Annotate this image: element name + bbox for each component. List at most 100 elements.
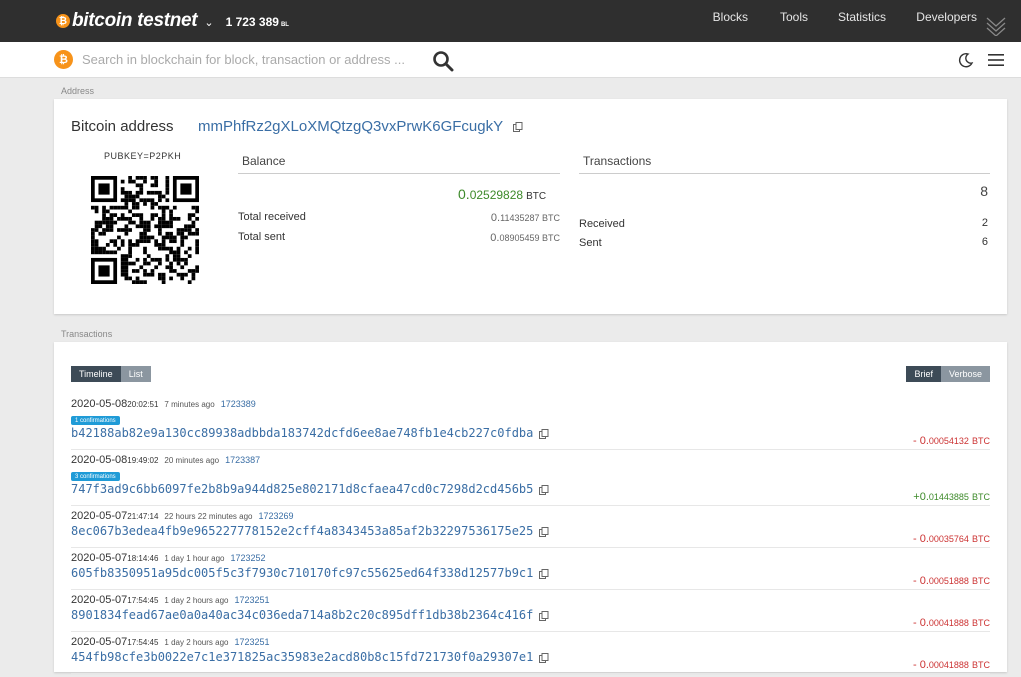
chevron-down-icon[interactable]: ⌄ xyxy=(204,16,213,29)
confirmations-badge: 1 confirmations xyxy=(71,416,120,425)
transaction-amount: - 0.00051888 BTC xyxy=(913,575,990,587)
copy-icon[interactable] xyxy=(539,428,549,439)
transaction-hash-text[interactable]: 454fb98cfe3b0022e7c1e371825ac35983e2acd8… xyxy=(71,650,533,664)
transaction-block-link[interactable]: 1723389 xyxy=(221,399,256,409)
address-card: Bitcoin address mmPhfRz2gXLoXMQtzgQ3vxPr… xyxy=(54,99,1007,314)
sent-count: 6 xyxy=(981,236,988,248)
amount-unit: BTC xyxy=(972,660,990,670)
transaction-ago: 22 hours 22 minutes ago xyxy=(164,512,253,521)
address-text[interactable]: mmPhfRz2gXLoXMQtzgQ3vxPrwK6GFcugkY xyxy=(198,118,503,135)
amount-sign: - xyxy=(912,435,920,447)
amount-digits: 00054132 xyxy=(928,436,969,446)
search-input[interactable] xyxy=(82,52,417,67)
copy-icon[interactable] xyxy=(539,526,549,537)
transaction-hash-text[interactable]: 8901834fead67ae0a0a40ac34c036eda714a8b2c… xyxy=(71,608,533,622)
search-icon[interactable] xyxy=(432,50,454,72)
list-toggle[interactable]: List xyxy=(120,366,151,382)
received-label: Received xyxy=(579,218,625,230)
amount-prefix: 0. xyxy=(919,491,929,503)
timeline-toggle[interactable]: Timeline xyxy=(71,366,121,382)
block-height-unit: BL xyxy=(280,21,289,28)
amount-prefix: 0. xyxy=(919,575,929,587)
nav-developers[interactable]: Developers xyxy=(916,10,977,24)
amount-unit: BTC xyxy=(972,492,990,502)
brief-toggle[interactable]: Brief xyxy=(906,366,941,382)
amount-prefix: 0. xyxy=(919,617,929,629)
transaction-amount: - 0.00054132 BTC xyxy=(913,435,990,447)
copy-icon[interactable] xyxy=(539,610,549,621)
transaction-amount: +0.01443885 BTC xyxy=(913,491,990,503)
amount-prefix: 0. xyxy=(919,533,929,545)
qr-code xyxy=(91,176,199,284)
hamburger-menu-icon[interactable] xyxy=(988,53,1004,67)
transaction-hash[interactable]: 454fb98cfe3b0022e7c1e371825ac35983e2acd8… xyxy=(71,649,990,665)
balance-header: Balance xyxy=(238,154,560,174)
transaction-row: 2020-05-0820:02:51 7 minutes ago 1723389 1 … xyxy=(71,394,990,450)
detail-toggle: Brief Verbose xyxy=(906,366,990,382)
transaction-meta: 2020-05-0717:54:45 1 day 2 hours ago 17232… xyxy=(71,635,990,649)
transaction-time: 17:54:45 xyxy=(127,596,159,605)
total-sent-value: 0.08905459 BTC xyxy=(490,232,560,244)
balance-unit: BTC xyxy=(526,191,547,202)
transaction-row: 2020-05-0718:14:46 1 day 1 hour ago 172325… xyxy=(71,548,990,590)
transaction-hash[interactable]: 605fb8350951a95dc005f5c3f7930c710170fc97… xyxy=(71,565,990,581)
nav-statistics[interactable]: Statistics xyxy=(838,10,886,24)
amount-prefix: 0. xyxy=(919,435,929,447)
address-value[interactable]: mmPhfRz2gXLoXMQtzgQ3vxPrwK6GFcugkY xyxy=(198,118,523,135)
amount-digits: 00041888 xyxy=(928,660,969,670)
amount-prefix: 0. xyxy=(919,659,929,671)
total-received-label: Total received xyxy=(238,211,306,223)
copy-icon[interactable] xyxy=(513,122,523,133)
address-section-label: Address xyxy=(61,86,95,96)
transaction-block-link[interactable]: 1723387 xyxy=(225,455,260,465)
transaction-row: 2020-05-0717:54:45 1 day 2 hours ago 17232… xyxy=(71,590,990,632)
total-received-digits: 11435287 xyxy=(500,213,540,223)
transaction-date: 2020-05-07 xyxy=(71,552,128,564)
nav-blocks[interactable]: Blocks xyxy=(713,10,748,24)
copy-icon[interactable] xyxy=(539,484,549,495)
network-name[interactable]: bitcoin testnet xyxy=(72,10,198,32)
bitcoin-logo-icon[interactable]: ₿ xyxy=(56,14,70,28)
dark-mode-moon-icon[interactable] xyxy=(958,52,974,68)
transaction-ago: 1 day 1 hour ago xyxy=(164,554,225,563)
address-title: Bitcoin address xyxy=(71,118,174,135)
transaction-block-link[interactable]: 1723252 xyxy=(230,553,265,563)
transaction-list: 2020-05-0820:02:51 7 minutes ago 1723389 1 … xyxy=(71,394,990,674)
transaction-date: 2020-05-07 xyxy=(71,510,128,522)
bitcoin-coin-icon: ₿ xyxy=(54,50,73,69)
transaction-hash-text[interactable]: 747f3ad9c6bb6097fe2b8b9a944d825e802171d8… xyxy=(71,482,533,496)
top-navbar: ₿ bitcoin testnet ⌄ 1 723 389 BL Blocks T… xyxy=(0,0,1021,42)
transaction-block-link[interactable]: 1723269 xyxy=(258,511,293,521)
balance-prefix: 0. xyxy=(458,186,470,202)
transaction-block-link[interactable]: 1723251 xyxy=(234,637,269,647)
block-height-value: 1 723 389 xyxy=(225,14,279,29)
transaction-hash[interactable]: 8ec067b3edea4fb9e965227778152e2cff4a8343… xyxy=(71,523,990,539)
block-height: 1 723 389 BL xyxy=(226,15,289,29)
transaction-hash[interactable]: 8901834fead67ae0a0a40ac34c036eda714a8b2c… xyxy=(71,607,990,623)
transaction-hash-text[interactable]: b42188ab82e9a130cc89938adbbda183742dcfd6… xyxy=(71,426,533,440)
amount-digits: 01443885 xyxy=(928,492,969,502)
copy-icon[interactable] xyxy=(539,652,549,663)
view-toggle: Timeline List xyxy=(71,366,151,382)
amount-unit: BTC xyxy=(972,618,990,628)
transaction-hash[interactable]: 747f3ad9c6bb6097fe2b8b9a944d825e802171d8… xyxy=(71,481,990,497)
amount-unit: BTC xyxy=(972,576,990,586)
transaction-ago: 1 day 2 hours ago xyxy=(164,596,229,605)
copy-icon[interactable] xyxy=(539,568,549,579)
total-received-value: 0.11435287 BTC xyxy=(491,212,560,224)
transaction-block-link[interactable]: 1723251 xyxy=(234,595,269,605)
transaction-date: 2020-05-08 xyxy=(71,398,128,410)
received-count: 2 xyxy=(981,217,988,229)
transaction-time: 17:54:45 xyxy=(127,638,159,647)
nav-tools[interactable]: Tools xyxy=(780,10,808,24)
transaction-hash[interactable]: b42188ab82e9a130cc89938adbbda183742dcfd6… xyxy=(71,425,990,441)
verbose-toggle[interactable]: Verbose xyxy=(940,366,990,382)
expand-chevron-icon[interactable] xyxy=(985,12,1007,36)
transactions-card: Timeline List Brief Verbose 2020-05-0820… xyxy=(54,342,1007,674)
transactions-section-label: Transactions xyxy=(61,329,113,339)
transaction-hash-text[interactable]: 605fb8350951a95dc005f5c3f7930c710170fc97… xyxy=(71,566,533,580)
total-received-unit: BTC xyxy=(542,213,560,223)
transaction-row: 2020-05-0721:47:14 22 hours 22 minutes ag… xyxy=(71,506,990,548)
transaction-hash-text[interactable]: 8ec067b3edea4fb9e965227778152e2cff4a8343… xyxy=(71,524,533,538)
transaction-ago: 1 day 2 hours ago xyxy=(164,638,229,647)
